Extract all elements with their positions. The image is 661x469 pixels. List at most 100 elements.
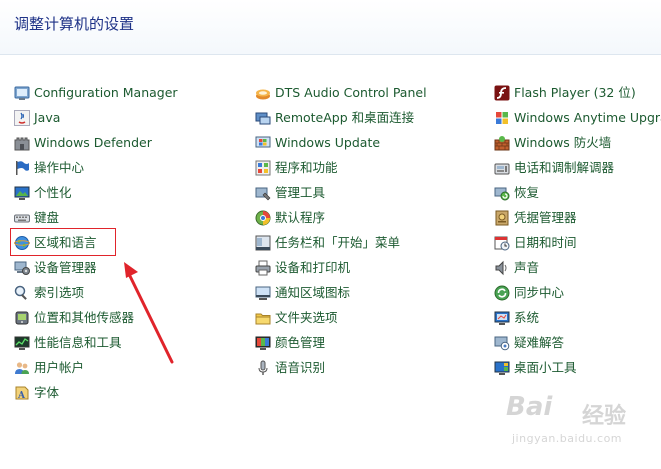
cp-item-label: 字体 (34, 384, 60, 400)
notification-area-icon (255, 285, 271, 301)
cp-item-default-programs[interactable]: 默认程序 (255, 205, 490, 230)
cp-item-label: 程序和功能 (275, 159, 338, 175)
watermark: Bai 经验 jingyan.baidu.com (500, 392, 650, 462)
cp-item-label: Flash Player (32 位) (514, 84, 636, 100)
firewall-icon (494, 135, 510, 151)
cp-item-taskbar-start-menu[interactable]: 任务栏和「开始」菜单 (255, 230, 490, 255)
troubleshooting-icon (494, 335, 510, 351)
cp-item-date-time[interactable]: 日期和时间 (494, 230, 661, 255)
watermark-brand: Bai (506, 392, 553, 422)
cp-item-speech-recognition[interactable]: 语音识别 (255, 355, 490, 380)
cp-item-sound[interactable]: 声音 (494, 255, 661, 280)
remoteapp-icon (255, 110, 271, 126)
cp-item-label: 用户帐户 (34, 359, 85, 375)
microphone-icon (255, 360, 271, 376)
cp-item-remoteapp[interactable]: RemoteApp 和桌面连接 (255, 105, 490, 130)
cp-item-label: 性能信息和工具 (34, 334, 122, 350)
admin-tools-icon (255, 185, 271, 201)
cp-item-indexing-options[interactable]: 索引选项 (14, 280, 249, 305)
cp-item-desktop-gadgets[interactable]: 桌面小工具 (494, 355, 661, 380)
cp-item-performance-tools[interactable]: 性能信息和工具 (14, 330, 249, 355)
cp-item-fonts[interactable]: A 字体 (14, 380, 249, 405)
cp-item-configuration-manager[interactable]: Configuration Manager (14, 80, 249, 105)
watermark-brand-cn: 经验 (582, 404, 627, 429)
cp-item-label: 管理工具 (275, 184, 326, 200)
column-1: Configuration Manager Java Windows Defen… (14, 80, 249, 405)
cp-item-label: 设备和打印机 (275, 259, 351, 275)
cp-item-label: DTS Audio Control Panel (275, 84, 427, 100)
cp-item-color-management[interactable]: 颜色管理 (255, 330, 490, 355)
cp-item-java[interactable]: Java (14, 105, 249, 130)
cp-item-label: 操作中心 (34, 159, 85, 175)
sync-center-icon (494, 285, 510, 301)
cp-item-label: 同步中心 (514, 284, 565, 300)
column-3: Flash Player (32 位) Windows Anytime Upgr… (494, 80, 661, 380)
page-title: 调整计算机的设置 (14, 15, 135, 33)
taskbar-icon (255, 235, 271, 251)
cp-item-programs-features[interactable]: 程序和功能 (255, 155, 490, 180)
cp-item-notification-area-icons[interactable]: 通知区域图标 (255, 280, 490, 305)
cp-item-label: Windows Defender (34, 134, 152, 150)
cp-item-label: 疑难解答 (514, 334, 565, 350)
cp-item-label: 凭据管理器 (514, 209, 577, 225)
performance-icon (14, 335, 30, 351)
speaker-icon (494, 260, 510, 276)
cp-item-folder-options[interactable]: 文件夹选项 (255, 305, 490, 330)
cp-item-windows-defender[interactable]: Windows Defender (14, 130, 249, 155)
cp-item-credential-manager[interactable]: 凭据管理器 (494, 205, 661, 230)
cp-item-label: 日期和时间 (514, 234, 577, 250)
header-bar: 调整计算机的设置 (0, 0, 661, 55)
personalization-icon (14, 185, 30, 201)
credential-manager-icon (494, 210, 510, 226)
desktop-gadgets-icon (494, 360, 510, 376)
cp-item-recovery[interactable]: 恢复 (494, 180, 661, 205)
globe-icon (14, 235, 30, 251)
cp-item-label: Windows Update (275, 134, 381, 150)
cp-item-location-sensors[interactable]: 位置和其他传感器 (14, 305, 249, 330)
windows-update-icon (255, 135, 271, 151)
cp-item-admin-tools[interactable]: 管理工具 (255, 180, 490, 205)
system-icon (494, 310, 510, 326)
recovery-icon (494, 185, 510, 201)
cp-item-phone-modem[interactable]: 电话和调制解调器 (494, 155, 661, 180)
defender-castle-icon (14, 135, 30, 151)
fonts-icon: A (14, 385, 30, 401)
cp-item-dts-audio[interactable]: DTS Audio Control Panel (255, 80, 490, 105)
cp-item-devices-printers[interactable]: 设备和打印机 (255, 255, 490, 280)
cp-item-keyboard[interactable]: 键盘 (14, 205, 249, 230)
cp-item-windows-firewall[interactable]: Windows 防火墙 (494, 130, 661, 155)
svg-text:A: A (17, 391, 26, 401)
color-management-icon (255, 335, 271, 351)
cp-item-troubleshooting[interactable]: 疑难解答 (494, 330, 661, 355)
cp-item-user-accounts[interactable]: 用户帐户 (14, 355, 249, 380)
cp-item-label: 索引选项 (34, 284, 85, 300)
cp-item-flash-player[interactable]: Flash Player (32 位) (494, 80, 661, 105)
cp-item-label: 电话和调制解调器 (514, 159, 615, 175)
cp-item-anytime-upgrade[interactable]: Windows Anytime Upgrade (494, 105, 661, 130)
action-center-flag-icon (14, 160, 30, 176)
default-programs-icon (255, 210, 271, 226)
cp-item-windows-update[interactable]: Windows Update (255, 130, 490, 155)
java-icon (14, 109, 30, 126)
cp-item-region-language[interactable]: 区域和语言 (14, 230, 249, 255)
cp-item-system[interactable]: 系统 (494, 305, 661, 330)
cp-item-device-manager[interactable]: 设备管理器 (14, 255, 249, 280)
cp-item-label: 设备管理器 (34, 259, 97, 275)
cp-item-sync-center[interactable]: 同步中心 (494, 280, 661, 305)
dts-audio-icon (255, 85, 271, 101)
folder-options-icon (255, 310, 271, 326)
date-time-icon (494, 235, 510, 251)
cp-item-action-center[interactable]: 操作中心 (14, 155, 249, 180)
programs-features-icon (255, 160, 271, 176)
device-manager-icon (14, 260, 30, 276)
watermark-url: jingyan.baidu.com (512, 432, 623, 445)
cp-item-label: 语音识别 (275, 359, 326, 375)
cp-item-label: 颜色管理 (275, 334, 326, 350)
configuration-manager-icon (14, 85, 30, 101)
cp-item-label: 桌面小工具 (514, 359, 577, 375)
cp-item-label: 键盘 (34, 209, 60, 225)
cp-item-label: 声音 (514, 259, 540, 275)
cp-item-label: 个性化 (34, 184, 72, 200)
anytime-upgrade-icon (494, 110, 510, 126)
cp-item-personalization[interactable]: 个性化 (14, 180, 249, 205)
